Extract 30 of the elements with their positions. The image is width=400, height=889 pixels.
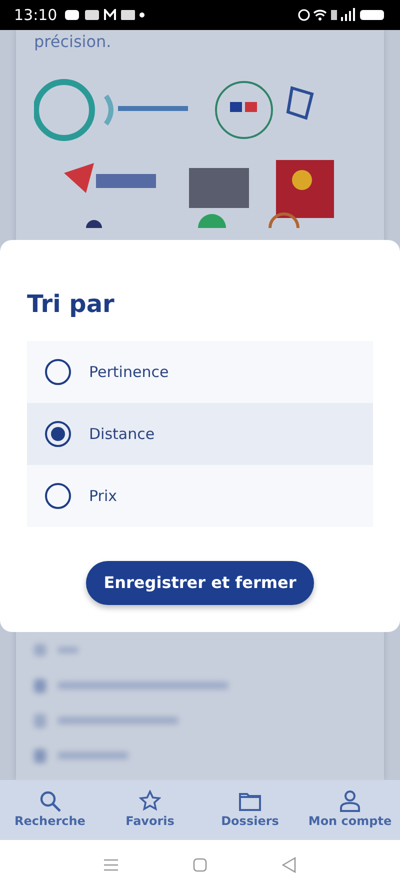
- sort-option[interactable]: Pertinence: [27, 340, 373, 403]
- radio-button[interactable]: [45, 420, 71, 447]
- status-time: 13:10: [14, 4, 58, 26]
- save-button[interactable]: Enregistrer et fermer: [86, 560, 314, 605]
- sort-option[interactable]: Prix: [27, 464, 373, 527]
- nav-tab[interactable]: Dossiers: [200, 780, 300, 840]
- home-icon[interactable]: [193, 858, 207, 872]
- radio-button[interactable]: [45, 358, 71, 385]
- nav-tab[interactable]: Favoris: [100, 780, 200, 840]
- folder-icon: [239, 790, 261, 812]
- video-icon: [65, 10, 80, 20]
- app-icon: [85, 10, 100, 20]
- wifi-icon: [313, 10, 327, 20]
- alarm-icon: [298, 9, 310, 21]
- radio-button[interactable]: [45, 482, 71, 509]
- nav-tab[interactable]: Recherche: [0, 780, 100, 840]
- sheet-title: Tri par: [27, 290, 116, 319]
- nav-tab[interactable]: Mon compte: [300, 780, 400, 840]
- sort-option[interactable]: Distance: [27, 402, 373, 465]
- menu-icon[interactable]: [104, 858, 118, 870]
- signal-icon: [341, 8, 355, 21]
- search-icon: [39, 790, 61, 812]
- battery-icon: [360, 10, 384, 20]
- star-icon: [139, 790, 161, 812]
- dot-icon: [140, 12, 145, 18]
- app-icon: [121, 10, 136, 20]
- body-text: précision.: [34, 31, 112, 53]
- person-icon: [339, 790, 361, 812]
- back-icon[interactable]: [282, 856, 296, 872]
- mail-icon: [104, 9, 116, 20]
